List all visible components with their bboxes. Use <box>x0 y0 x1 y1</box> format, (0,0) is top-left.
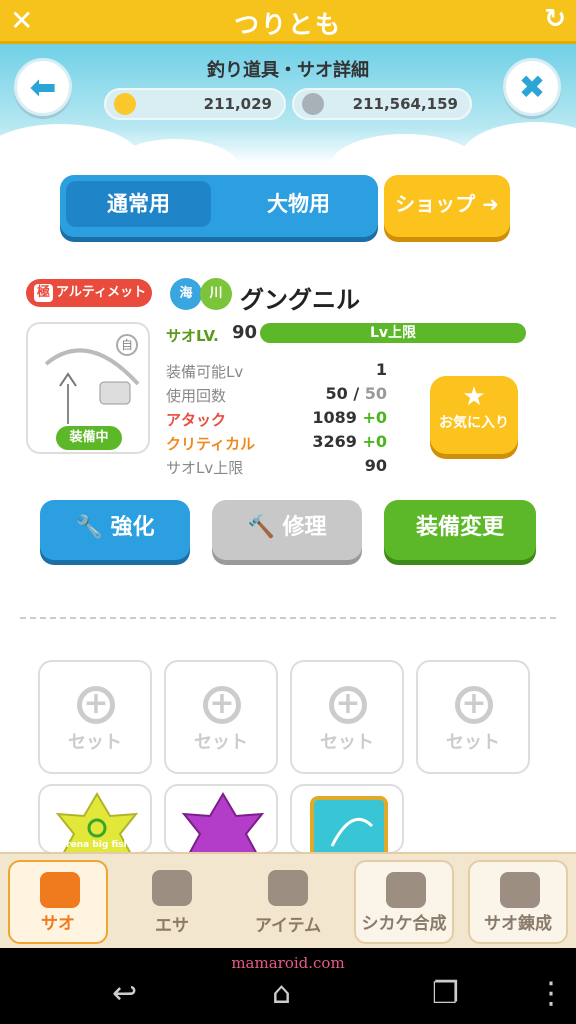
tab-big[interactable]: 大物用 <box>226 181 371 227</box>
item-slot-arena[interactable]: arena big fish <box>38 784 152 854</box>
set-slot[interactable]: + セット <box>290 660 404 774</box>
bow-card-icon <box>310 796 388 852</box>
app-title: つりとも <box>233 10 342 39</box>
set-label: セット <box>446 732 500 753</box>
watermark: mamaroid.com <box>231 954 345 972</box>
star-icon: ★ <box>462 382 486 412</box>
set-label: セット <box>68 732 122 753</box>
equipped-badge: 装備中 <box>56 426 122 450</box>
uses-max: 50 <box>364 384 387 403</box>
attack-bonus: +0 <box>362 408 387 427</box>
rod-lv-value: 90 <box>232 322 258 343</box>
rarity-label: アルティメット <box>56 285 147 300</box>
stat-label: アタック <box>166 411 227 429</box>
nav-rod[interactable]: サオ <box>8 860 108 944</box>
coin-value: 211,564,159 <box>352 95 458 113</box>
rarity-mark: 極 <box>34 284 54 302</box>
repair-label: 修理 <box>282 515 327 540</box>
bag-icon <box>268 870 308 906</box>
lv-progress-bar: Lv上限 <box>260 323 526 343</box>
stat-value: 3269 +0 <box>312 432 387 451</box>
favorite-button[interactable]: ★ お気に入り <box>430 376 518 454</box>
bait-icon <box>152 870 192 906</box>
item-slot-purple[interactable] <box>164 784 278 854</box>
wrench-icon: 🔧 <box>75 515 103 540</box>
stat-value: 90 <box>364 456 387 475</box>
page-subtitle: 釣り道具・サオ詳細 <box>207 60 369 81</box>
nav-label: アイテム <box>254 916 322 936</box>
set-label: セット <box>320 732 374 753</box>
tab-normal[interactable]: 通常用 <box>66 181 211 227</box>
nav-item[interactable]: アイテム <box>238 860 338 944</box>
android-nav-bar: mamaroid.com ↩ ⌂ ❐ ⋮ <box>0 948 576 1024</box>
critical-bonus: +0 <box>362 432 387 451</box>
set-slot[interactable]: + セット <box>416 660 530 774</box>
home-icon[interactable]: ⌂ <box>272 976 291 1011</box>
enhance-button[interactable]: 🔧 強化 <box>40 500 190 560</box>
nav-bait[interactable]: エサ <box>122 860 222 944</box>
stat-label: 使用回数 <box>166 387 227 405</box>
coin-icon <box>302 93 324 115</box>
back-icon[interactable]: ↩ <box>112 976 137 1011</box>
favorite-label: お気に入り <box>439 415 509 431</box>
recents-icon[interactable]: ❐ <box>432 976 459 1011</box>
divider <box>20 617 556 619</box>
rod-icon <box>40 872 80 908</box>
rod-lv-label: サオLV. <box>166 327 219 345</box>
arrow-left-icon: ⬅ <box>29 68 57 106</box>
stat-value: 50 / 50 <box>325 384 387 403</box>
stat-label: サオLv上限 <box>166 459 244 477</box>
uses-value: 50 <box>325 384 348 403</box>
coin-counter: 211,564,159 <box>292 88 472 120</box>
attack-value: 1089 <box>312 408 357 427</box>
set-slot[interactable]: + セット <box>164 660 278 774</box>
nav-refine[interactable]: サオ錬成 <box>468 860 568 944</box>
refine-icon <box>500 872 540 908</box>
set-slot[interactable]: + セット <box>38 660 152 774</box>
plus-icon: + <box>203 686 241 724</box>
nav-label: エサ <box>155 916 189 936</box>
enhance-label: 強化 <box>110 515 155 540</box>
stat-label: 装備可能Lv <box>166 363 244 381</box>
shop-label: ショップ <box>395 192 476 216</box>
rod-type-tabs: 通常用 大物用 <box>60 175 378 237</box>
nav-label: シカケ合成 <box>361 914 447 934</box>
menu-icon[interactable]: ⋮ <box>536 976 566 1011</box>
repair-button[interactable]: 🔨 修理 <box>212 500 362 560</box>
arena-label: arena big fish <box>60 840 130 850</box>
nav-label: サオ <box>41 914 75 934</box>
nav-combine[interactable]: シカケ合成 <box>354 860 454 944</box>
back-button[interactable]: ⬅ <box>14 58 72 116</box>
rod-card[interactable]: 自 装備中 <box>26 322 150 454</box>
gem-value: 211,029 <box>203 95 272 113</box>
rod-name: グングニル <box>240 286 360 314</box>
stat-label: クリティカル <box>166 435 256 453</box>
plus-icon: + <box>329 686 367 724</box>
critical-value: 3269 <box>312 432 357 451</box>
auto-icon: 自 <box>116 334 138 356</box>
gem-icon <box>114 93 136 115</box>
nav-label: サオ錬成 <box>484 914 552 934</box>
type-river-badge: 川 <box>200 278 232 310</box>
bottom-nav: サオ エサ アイテム シカケ合成 サオ錬成 <box>0 852 576 948</box>
stat-value: 1 <box>375 360 387 379</box>
close-button[interactable]: ✖ <box>503 58 561 116</box>
top-bar: ✕ つりとも ↻ <box>0 0 576 44</box>
stat-value: 1089 +0 <box>312 408 387 427</box>
reload-icon[interactable]: ↻ <box>544 4 566 34</box>
type-sea-badge: 海 <box>170 278 202 310</box>
rarity-badge: 極アルティメット <box>26 279 152 307</box>
arrow-right-icon: ➜ <box>482 192 499 216</box>
plus-icon: + <box>455 686 493 724</box>
item-slot-card[interactable] <box>290 784 404 854</box>
set-label: セット <box>194 732 248 753</box>
close-icon: ✖ <box>518 68 546 106</box>
plus-icon: + <box>77 686 115 724</box>
gem-counter: 211,029 <box>104 88 286 120</box>
shop-button[interactable]: ショップ ➜ <box>384 175 510 237</box>
hammers-icon <box>386 872 426 908</box>
purple-star-icon <box>181 792 265 852</box>
change-equip-button[interactable]: 装備変更 <box>384 500 536 560</box>
hammer-icon: 🔨 <box>247 515 275 540</box>
